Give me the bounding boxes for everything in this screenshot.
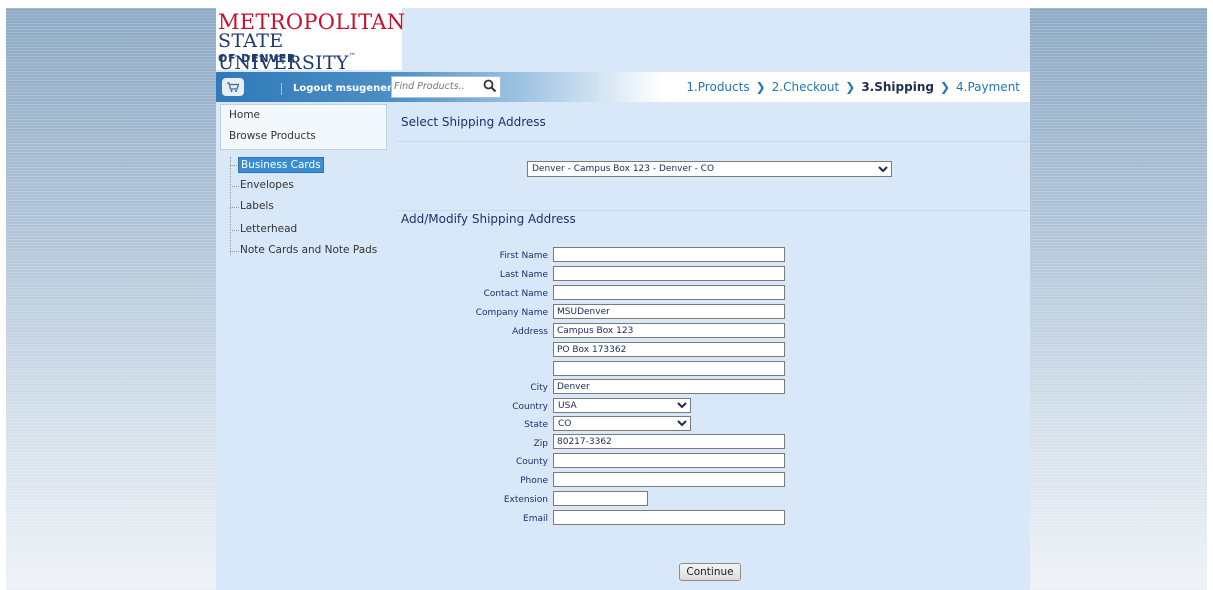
city-label: City [530, 383, 548, 393]
extension-label: Extension [503, 495, 548, 505]
phone-label: Phone [520, 476, 548, 486]
right-background [1030, 8, 1207, 590]
step-checkout[interactable]: 2.Checkout [772, 80, 840, 94]
tree-branch [230, 251, 239, 253]
company-name-label: Company Name [475, 308, 548, 318]
last-name-label: Last Name [499, 270, 548, 280]
select-shipping-title: Select Shipping Address [401, 115, 546, 129]
category-envelopes[interactable]: Envelopes [240, 179, 294, 191]
section-divider [396, 210, 1030, 211]
zip-field[interactable] [553, 434, 785, 449]
email-label: Email [523, 514, 548, 524]
modify-shipping-title: Add/Modify Shipping Address [401, 212, 576, 226]
tree-branch [230, 186, 239, 188]
continue-button[interactable]: Continue [679, 563, 741, 581]
city-field[interactable] [553, 379, 785, 394]
zip-label: Zip [533, 439, 548, 449]
logo-line3: OF DENVER [218, 52, 297, 65]
left-background [6, 8, 216, 590]
step-arrow-icon: ❯ [939, 80, 951, 94]
county-label: County [515, 457, 548, 467]
step-payment: 4.Payment [956, 80, 1020, 94]
step-shipping: 3.Shipping [861, 80, 934, 94]
university-logo[interactable]: METROPOLITAN STATE UNIVERSITY™ OF DENVER [216, 8, 405, 74]
contact-name-field[interactable] [553, 285, 785, 300]
county-field[interactable] [553, 453, 785, 468]
extension-field[interactable] [553, 491, 648, 506]
country-label: Country [512, 402, 548, 412]
step-arrow-icon: ❯ [845, 80, 856, 94]
address-label: Address [512, 327, 548, 337]
step-arrow-icon: ❯ [755, 80, 766, 94]
address-line1-field[interactable] [553, 323, 785, 338]
last-name-field[interactable] [553, 266, 785, 281]
category-labels[interactable]: Labels [240, 200, 274, 212]
section-divider [396, 141, 1030, 142]
search-box [391, 76, 501, 98]
category-business-cards[interactable]: Business Cards [238, 157, 324, 173]
contact-name-label: Contact Name [483, 289, 548, 299]
company-name-field[interactable] [553, 304, 785, 319]
top-nav-bar: Logout msugeneric 1.Products ❯ 2.Checkout ❯… [216, 72, 1030, 102]
tree-branch [230, 207, 239, 209]
cart-button[interactable] [222, 78, 244, 96]
sidebar-link-browse-products[interactable]: Browse Products [229, 130, 316, 142]
sidebar-link-home[interactable]: Home [229, 109, 260, 121]
page-container: METROPOLITAN STATE UNIVERSITY™ OF DENVER… [216, 8, 1030, 590]
search-icon[interactable] [483, 79, 497, 93]
step-products[interactable]: 1.Products [686, 80, 749, 94]
logout-link[interactable]: Logout msugeneric [293, 83, 401, 94]
search-input[interactable] [394, 79, 472, 93]
checkout-steps: 1.Products ❯ 2.Checkout ❯ 3.Shipping ❯ 4.Payme… [686, 80, 1020, 94]
sidebar-nav: Home Browse Products [220, 104, 387, 150]
phone-field[interactable] [553, 472, 785, 487]
state-label: State [524, 420, 548, 430]
shipping-address-select[interactable]: Denver - Campus Box 123 - Denver - CO [527, 161, 892, 177]
first-name-field[interactable] [553, 247, 785, 262]
category-letterhead[interactable]: Letterhead [240, 223, 297, 235]
cart-icon [227, 81, 239, 92]
address-line3-field[interactable] [553, 361, 785, 376]
tree-line [230, 157, 232, 255]
country-select[interactable]: USA [553, 398, 691, 413]
tree-branch [230, 230, 239, 232]
nav-divider [281, 83, 282, 95]
state-select[interactable]: CO [553, 416, 691, 431]
address-line2-field[interactable] [553, 342, 785, 357]
category-note-cards[interactable]: Note Cards and Note Pads [240, 244, 377, 256]
first-name-label: First Name [499, 251, 548, 261]
email-field[interactable] [553, 510, 785, 525]
